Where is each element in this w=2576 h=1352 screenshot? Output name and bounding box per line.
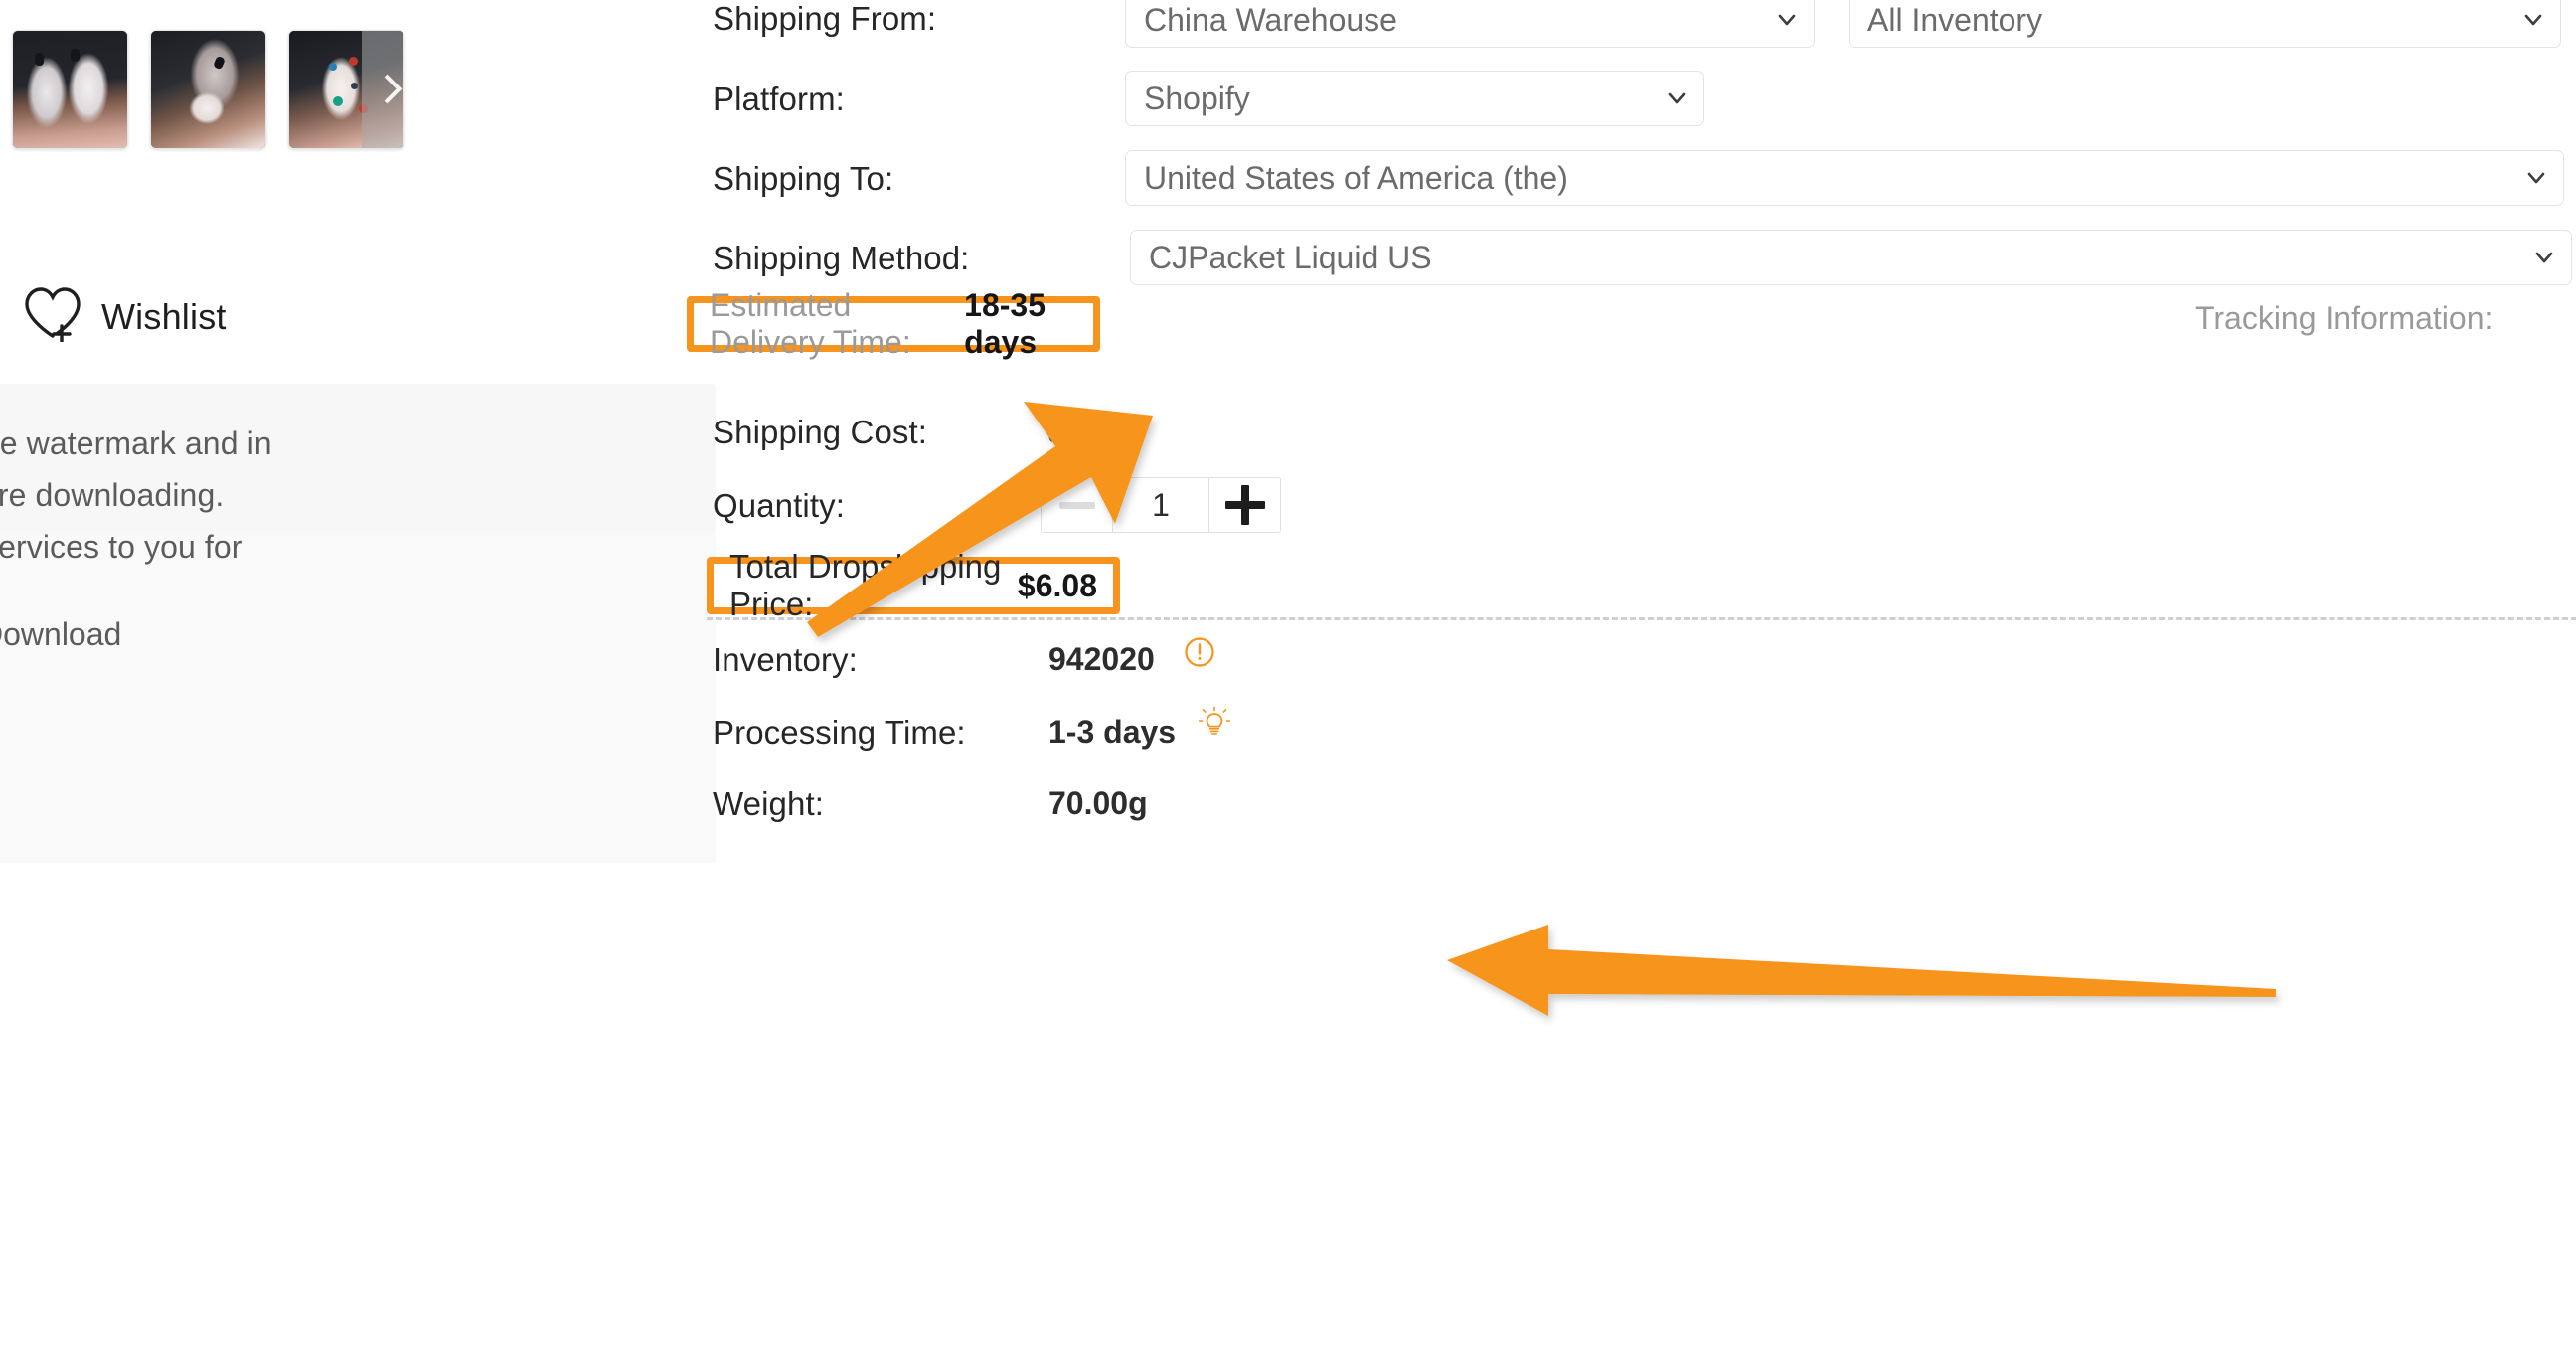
shipping-from-select[interactable]: China Warehouse	[1125, 0, 1815, 48]
chevron-down-icon	[1776, 9, 1798, 31]
shipping-to-label: Shipping To:	[713, 160, 894, 197]
shipping-from-label: Shipping From:	[713, 0, 937, 37]
total-price-highlight: Total Dropshipping Price: $6.08	[707, 548, 1120, 622]
camera-lens-decoration	[35, 53, 44, 66]
shipping-cost-label: Shipping Cost:	[713, 414, 928, 450]
plus-icon	[1224, 485, 1265, 525]
shipping-method-value: CJPacket Liquid US	[1149, 239, 1432, 275]
promo-text: wnloaded without the watermark and in s …	[0, 418, 721, 573]
platform-label: Platform:	[713, 81, 845, 117]
quantity-stepper[interactable]: 1	[1041, 477, 1281, 533]
estimated-delivery-highlight: Estimated Delivery Time: 18-35 days	[687, 287, 1100, 360]
promo-line-3: us to roll out more services to you for	[0, 529, 242, 565]
shipping-to-value: United States of America (the)	[1144, 159, 1568, 196]
download-button[interactable]: Download	[0, 616, 121, 653]
estimated-delivery-label: Estimated Delivery Time:	[710, 287, 911, 360]
chevron-down-icon	[2533, 247, 2555, 268]
quantity-decrement-button[interactable]	[1042, 478, 1112, 532]
thumbnail-image-1	[13, 31, 127, 148]
quantity-label: Quantity:	[713, 487, 845, 524]
promo-line-1: wnloaded without the watermark and in	[0, 425, 272, 461]
shipping-method-label: Shipping Method:	[713, 240, 970, 276]
inventory-label: Inventory:	[713, 641, 858, 678]
wishlist-label: Wishlist	[101, 295, 227, 337]
processing-time-value: 1-3 days	[1048, 714, 1177, 750]
quantity-value[interactable]: 1	[1112, 478, 1209, 532]
inventory-filter-select[interactable]: All Inventory	[1849, 0, 2561, 48]
total-price-value: $6.08	[1017, 567, 1097, 603]
inventory-value: 942020	[1048, 641, 1155, 677]
weight-value: 70.00g	[1048, 785, 1148, 821]
processing-time-label: Processing Time:	[713, 714, 966, 751]
minus-icon	[1058, 501, 1095, 509]
thumbnail-strip	[12, 30, 404, 149]
chevron-down-icon	[2522, 9, 2544, 31]
product-gallery-column: Wishlist wnloaded without the watermark …	[0, 0, 716, 1352]
phone-case-thumbnail-1[interactable]	[12, 30, 128, 149]
weight-label: Weight:	[713, 785, 824, 822]
quantity-increment-button[interactable]	[1209, 478, 1280, 532]
phone-case-thumbnail-2[interactable]	[150, 30, 266, 149]
thumbnail-image-2	[151, 31, 265, 148]
promo-panel-body	[0, 535, 716, 863]
phone-case-thumbnail-3[interactable]	[288, 30, 404, 149]
shipping-from-value: China Warehouse	[1144, 1, 1397, 38]
total-price-label: Total Dropshipping Price:	[729, 548, 1002, 622]
platform-value: Shopify	[1144, 80, 1250, 116]
promo-line-2-suffix: before downloading.	[0, 477, 225, 513]
inventory-filter-value: All Inventory	[1867, 1, 2043, 38]
download-label: Download	[0, 616, 122, 652]
shipping-form: Shipping From: China Warehouse All Inven…	[687, 0, 2576, 1352]
tracking-information-label: Tracking Information:	[2195, 300, 2494, 336]
shipping-cost-value: $4.19	[1048, 415, 1129, 450]
chevron-down-icon	[1666, 87, 1688, 109]
estimated-delivery-value: 18-35 days	[964, 287, 1046, 360]
exclamation-circle-icon[interactable]	[1184, 636, 1215, 673]
chevron-down-icon	[2525, 167, 2547, 189]
wishlist-button[interactable]: Wishlist	[22, 286, 227, 347]
shipping-to-select[interactable]: United States of America (the)	[1125, 150, 2564, 206]
heart-plus-icon	[22, 286, 83, 347]
product-shipping-panel: Wishlist wnloaded without the watermark …	[0, 0, 2576, 1352]
lightbulb-icon[interactable]	[1197, 705, 1232, 746]
shipping-method-select[interactable]: CJPacket Liquid US	[1130, 230, 2572, 285]
platform-select[interactable]: Shopify	[1125, 71, 1704, 126]
